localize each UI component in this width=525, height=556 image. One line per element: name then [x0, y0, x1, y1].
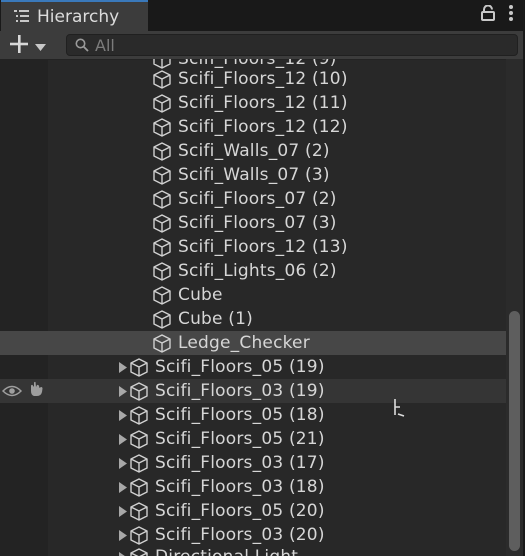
plus-icon	[9, 34, 29, 58]
cube-icon	[152, 261, 172, 281]
tree-item-label: Scifi_Lights_06 (2)	[178, 261, 337, 281]
tree-item-label: Scifi_Floors_12 (10)	[178, 69, 348, 89]
tree-item-label: Scifi_Floors_05 (18)	[155, 405, 325, 425]
tree-row[interactable]: Scifi_Floors_03 (17)	[0, 451, 506, 475]
tree-row[interactable]: Scifi_Floors_12 (10)	[0, 67, 506, 91]
cube-icon	[152, 189, 172, 209]
scrollbar-thumb[interactable]	[509, 311, 520, 551]
tab-hierarchy[interactable]: Hierarchy	[1, 0, 148, 31]
cube-icon	[129, 453, 149, 473]
light-icon	[129, 547, 149, 556]
lock-icon[interactable]	[481, 5, 495, 21]
eye-icon[interactable]	[1, 382, 23, 401]
tree-item-label: Scifi_Floors_03 (17)	[155, 453, 325, 473]
tree-row[interactable]: Scifi_Walls_07 (3)	[0, 163, 506, 187]
hierarchy-list-icon	[13, 10, 29, 24]
cube-icon	[152, 213, 172, 233]
tree-item-label: Scifi_Floors_12 (12)	[178, 117, 348, 137]
expand-arrow-icon[interactable]	[117, 427, 129, 451]
tree-item-label: Directional Light	[155, 547, 298, 556]
expand-arrow-icon[interactable]	[117, 355, 129, 379]
tree-row[interactable]: Scifi_Floors_12 (13)	[0, 235, 506, 259]
cube-icon	[152, 117, 172, 137]
cube-icon	[152, 309, 172, 329]
cube-icon	[152, 333, 172, 353]
tree-item-label: Scifi_Floors_05 (19)	[155, 357, 325, 377]
tab-title: Hierarchy	[37, 6, 120, 27]
tree-item-label: Ledge_Checker	[178, 333, 310, 353]
create-dropdown-button[interactable]	[9, 34, 51, 58]
tree-item-label: Scifi_Floors_03 (20)	[155, 525, 325, 545]
cube-icon	[129, 381, 149, 401]
cube-icon	[129, 501, 149, 521]
tree-row[interactable]: Scifi_Walls_07 (2)	[0, 139, 506, 163]
hierarchy-window: Hierarchy All Scifi_Floors_12 (9) Scifi_…	[0, 0, 524, 556]
expand-arrow-icon[interactable]	[117, 523, 129, 547]
toolbar	[0, 31, 523, 60]
cube-icon	[152, 141, 172, 161]
cube-icon	[152, 285, 172, 305]
tree-row-hovered[interactable]: Scifi_Floors_03 (19)	[0, 379, 506, 403]
tree-row[interactable]: Scifi_Floors_03 (20)	[0, 523, 506, 547]
expand-arrow-icon[interactable]	[117, 403, 129, 427]
tree-item-label: Scifi_Floors_03 (18)	[155, 477, 325, 497]
tree-row[interactable]: Scifi_Floors_05 (20)	[0, 499, 506, 523]
tree-item-label: Scifi_Floors_05 (20)	[155, 501, 325, 521]
search-field[interactable]	[66, 34, 518, 56]
cube-icon	[152, 69, 172, 89]
tree-row-selected[interactable]: Ledge_Checker	[0, 331, 506, 355]
chevron-down-icon	[35, 36, 46, 55]
cube-icon	[129, 429, 149, 449]
tab-bar: Hierarchy	[0, 0, 523, 31]
kebab-menu-icon[interactable]	[509, 5, 513, 21]
tree-item-label: Scifi_Floors_07 (2)	[178, 189, 337, 209]
tree-row[interactable]: Scifi_Lights_06 (2)	[0, 259, 506, 283]
hierarchy-tree: Scifi_Floors_12 (9) Scifi_Floors_12 (10)…	[0, 59, 523, 556]
tree-item-label: Cube (1)	[178, 309, 253, 329]
tree-row[interactable]: Scifi_Floors_05 (18)	[0, 403, 506, 427]
tree-item-label: Scifi_Floors_12 (11)	[178, 93, 348, 113]
vertical-scrollbar[interactable]	[506, 59, 523, 556]
text-cursor-icon	[392, 397, 408, 423]
tree-row[interactable]: Scifi_Floors_12 (11)	[0, 91, 506, 115]
expand-arrow-icon[interactable]	[117, 475, 129, 499]
pickable-hand-icon[interactable]	[28, 381, 46, 401]
cube-icon	[129, 357, 149, 377]
search-icon	[75, 38, 89, 52]
cube-icon	[152, 93, 172, 113]
cube-icon	[152, 165, 172, 185]
tree-item-label: Cube	[178, 285, 223, 305]
tree-row[interactable]: Scifi_Floors_07 (2)	[0, 187, 506, 211]
tree-item-label: Scifi_Walls_07 (2)	[178, 141, 330, 161]
expand-arrow-icon[interactable]	[117, 451, 129, 475]
cube-icon	[129, 525, 149, 545]
tree-row[interactable]: Directional Light	[0, 545, 506, 556]
tree-item-label: Scifi_Floors_07 (3)	[178, 213, 337, 233]
search-input[interactable]	[95, 35, 495, 55]
tree-row[interactable]: Scifi_Floors_03 (18)	[0, 475, 506, 499]
tree-item-label: Scifi_Floors_12 (13)	[178, 237, 348, 257]
cube-icon	[152, 237, 172, 257]
cube-icon	[129, 405, 149, 425]
tree-row[interactable]: Scifi_Floors_05 (21)	[0, 427, 506, 451]
tree-row[interactable]: Scifi_Floors_05 (19)	[0, 355, 506, 379]
tree-item-label: Scifi_Floors_05 (21)	[155, 429, 325, 449]
expand-arrow-icon[interactable]	[117, 499, 129, 523]
tree-item-label: Scifi_Floors_03 (19)	[155, 381, 325, 401]
tree-row[interactable]: Cube (1)	[0, 307, 506, 331]
expand-arrow-icon[interactable]	[117, 379, 129, 403]
cube-icon	[129, 477, 149, 497]
tree-row[interactable]: Scifi_Floors_12 (12)	[0, 115, 506, 139]
tree-row[interactable]: Cube	[0, 283, 506, 307]
expand-arrow-icon[interactable]	[117, 545, 129, 556]
tree-row[interactable]: Scifi_Floors_07 (3)	[0, 211, 506, 235]
tree-item-label: Scifi_Walls_07 (3)	[178, 165, 330, 185]
